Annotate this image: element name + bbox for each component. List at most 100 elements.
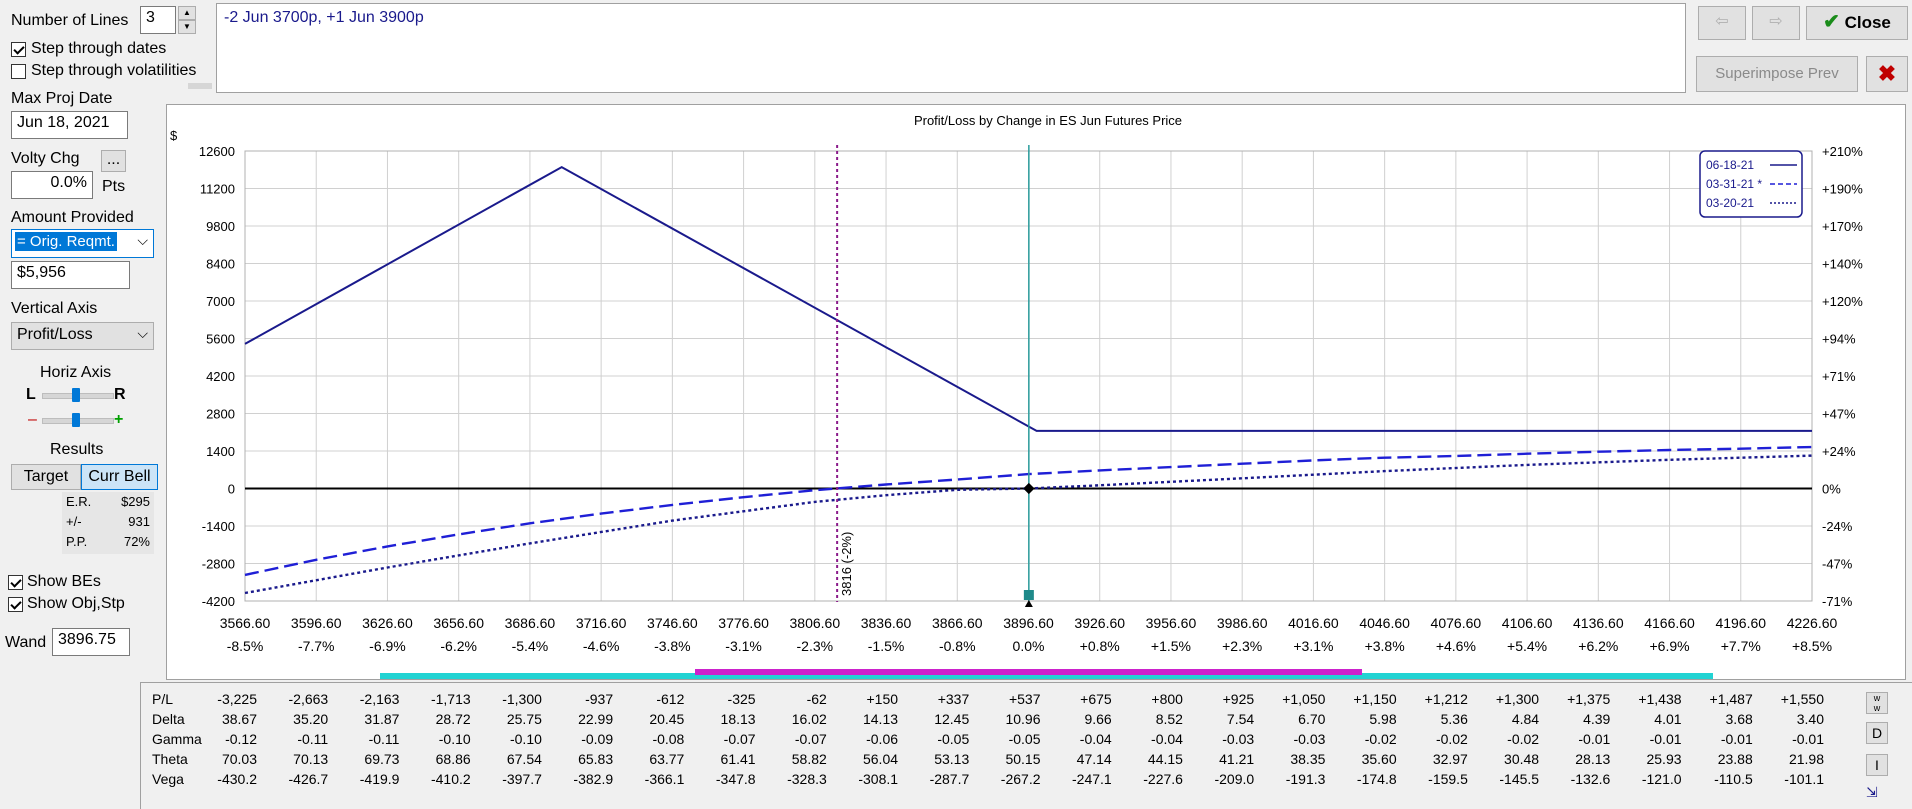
x-pct-label: +6.2% [1578,638,1618,654]
y2-tick-label: +24% [1822,444,1856,459]
table-cell: 30.48 [1504,751,1540,767]
table-cell: 4.84 [1511,711,1540,727]
table-cell: -287.7 [929,771,970,787]
table-cell: -0.12 [225,731,257,747]
x-tick-label: 4166.60 [1644,615,1695,631]
breakeven-label: 3816 (-2%) [839,532,854,596]
x-pct-label: -5.4% [512,638,549,654]
x-pct-label: -0.8% [939,638,976,654]
table-cell: +537 [1008,691,1041,707]
table-cell: 50.15 [1005,751,1041,767]
table-cell: +337 [937,691,970,707]
table-cell: -325 [727,691,756,707]
y-tick-label: 5600 [206,332,235,347]
table-cell: 67.54 [506,751,542,767]
x-tick-label: 3656.60 [433,615,484,631]
table-cell: +1,550 [1780,691,1824,707]
table-cell: -347.8 [715,771,756,787]
table-cell: -308.1 [858,771,899,787]
table-cell: -0.11 [297,731,329,747]
table-cell: +1,487 [1709,691,1753,707]
table-cell: -0.07 [723,731,756,747]
table-cell: 4.39 [1583,711,1611,727]
table-cell: -612 [656,691,685,707]
x-tick-label: 4076.60 [1431,615,1482,631]
x-tick-label: 3746.60 [647,615,698,631]
table-cell: 12.45 [934,711,970,727]
table-cell: -0.02 [1507,731,1540,747]
x-pct-label: -3.1% [725,638,762,654]
chart-legend: 06-18-21 03-31-21 * 03-20-21 [1699,150,1803,218]
table-cell: +675 [1080,691,1112,707]
table-w-button[interactable]: ww [1866,692,1888,714]
table-cell: -382.9 [573,771,614,787]
x-tick-label: 4046.60 [1359,615,1410,631]
table-row-label: Vega [152,771,184,787]
table-cell: -937 [585,691,614,707]
x-tick-label: 3566.60 [220,615,271,631]
table-cell: -0.01 [1578,731,1611,747]
table-cell: -419.9 [359,771,400,787]
y2-tick-label: +120% [1822,294,1863,309]
x-pct-label: -7.7% [298,638,335,654]
table-cell: -0.08 [652,731,685,747]
x-tick-label: 3806.60 [790,615,841,631]
table-cell: -1,713 [430,691,471,707]
table-cell: 20.45 [649,711,685,727]
table-cell: -0.10 [509,731,542,747]
y2-tick-label: -47% [1822,557,1853,572]
table-i-button[interactable]: I [1866,754,1888,776]
table-cell: 68.86 [435,751,471,767]
legend-label: 03-20-21 [1706,196,1754,210]
table-cell: 3.40 [1796,711,1824,727]
w-icon: ww [1873,693,1881,713]
table-cell: +925 [1222,691,1255,707]
table-cell: 58.82 [791,751,827,767]
table-cell: 16.02 [791,711,827,727]
legend-label: 06-18-21 [1706,158,1754,172]
table-d-button[interactable]: D [1866,722,1888,744]
x-tick-label: 3956.60 [1146,615,1197,631]
current-price-marker [1023,590,1034,600]
chart-title: Profit/Loss by Change in ES Jun Futures … [914,113,1182,128]
table-cell: -328.3 [787,771,827,787]
legend-label: 03-31-21 * [1706,177,1762,191]
y-tick-label: 9800 [206,219,235,234]
table-cell: 63.77 [649,751,685,767]
table-cell: -397.7 [502,771,542,787]
table-cell: -110.5 [1714,771,1753,787]
x-tick-label: 3896.60 [1003,615,1054,631]
table-cell: -101.1 [1784,771,1824,787]
y-tick-label: 4200 [206,369,235,384]
table-cell: -0.11 [368,731,400,747]
table-cell: -1,300 [502,691,542,707]
table-cell: -0.05 [1008,731,1041,747]
x-tick-label: 3986.60 [1217,615,1268,631]
x-pct-label: -2.3% [797,638,834,654]
table-cell: -410.2 [430,771,471,787]
table-cell: 61.41 [720,751,756,767]
table-cell: 8.52 [1155,711,1183,727]
y2-tick-label: +210% [1822,144,1863,159]
y2-tick-label: -71% [1822,594,1853,609]
table-cell: 32.97 [1432,751,1468,767]
table-cell: 38.67 [221,711,257,727]
y-tick-label: 11200 [200,182,235,197]
table-cell: -0.03 [1293,731,1326,747]
table-cell: 70.13 [293,751,329,767]
table-cell: -227.6 [1143,771,1183,787]
table-cell: 25.93 [1646,751,1682,767]
table-cell: -0.01 [1792,731,1824,747]
x-pct-label: +8.5% [1792,638,1832,654]
table-cell: 3.68 [1725,711,1753,727]
chart-axes: 3566.60 -8.5% 3596.60 -7.7% 3626.60 -6.9% 3656… [199,144,1863,654]
export-icon[interactable]: ⇲ [1866,784,1888,804]
table-cell: 47.14 [1076,751,1112,767]
table-cell: -247.1 [1072,771,1112,787]
y-tick-label: 7000 [206,294,235,309]
x-pct-label: -1.5% [868,638,905,654]
y-tick-label: 2800 [206,407,235,422]
table-cell: 25.75 [506,711,542,727]
y-tick-label: -1400 [202,519,235,534]
x-pct-label: +2.3% [1222,638,1262,654]
